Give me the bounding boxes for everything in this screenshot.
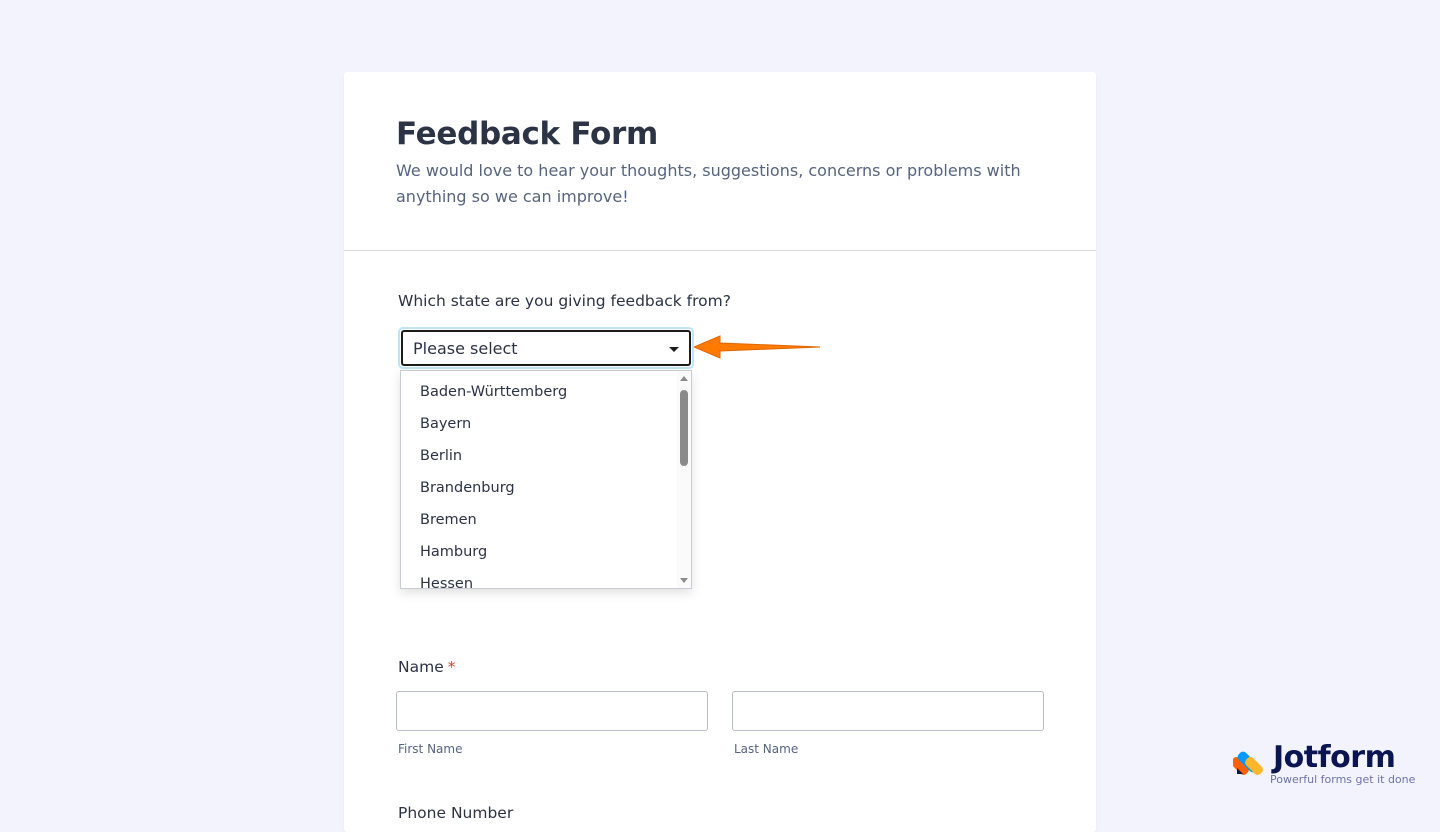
jotform-logo[interactable]: Jotform Powerful forms get it done	[1233, 740, 1416, 792]
option-hessen[interactable]: Hessen	[420, 576, 473, 588]
option-bayern[interactable]: Bayern	[420, 416, 471, 432]
option-brandenburg[interactable]: Brandenburg	[420, 480, 515, 496]
last-name-input[interactable]	[732, 691, 1044, 731]
first-name-sublabel: First Name	[398, 742, 463, 756]
jotform-tagline: Powerful forms get it done	[1270, 773, 1416, 786]
scroll-down-icon[interactable]	[680, 578, 688, 583]
state-dropdown-list[interactable]: Baden-Württemberg Bayern Berlin Brandenb…	[400, 370, 692, 589]
dropdown-scrollbar[interactable]	[677, 371, 691, 588]
phone-number-label: Phone Number	[398, 804, 514, 822]
required-mark: *	[447, 658, 456, 676]
form-title: Feedback Form	[396, 116, 658, 152]
name-label-text: Name	[398, 658, 444, 676]
option-bremen[interactable]: Bremen	[420, 512, 477, 528]
option-hamburg[interactable]: Hamburg	[420, 544, 487, 560]
state-select[interactable]: Please select	[401, 330, 691, 366]
state-question-label: Which state are you giving feedback from…	[398, 292, 731, 310]
scrollbar-thumb[interactable]	[680, 390, 688, 466]
first-name-input[interactable]	[396, 691, 708, 731]
scroll-up-icon[interactable]	[680, 376, 688, 381]
form-card: Feedback Form We would love to hear your…	[344, 72, 1096, 832]
caret-down-icon	[669, 347, 679, 352]
name-label: Name *	[398, 658, 455, 676]
option-berlin[interactable]: Berlin	[420, 448, 462, 464]
form-subtitle: We would love to hear your thoughts, sug…	[396, 161, 1021, 206]
jotform-mark-icon	[1233, 751, 1263, 775]
option-baden-wurttemberg[interactable]: Baden-Württemberg	[420, 384, 567, 400]
jotform-wordmark: Jotform	[1273, 740, 1396, 775]
state-select-value: Please select	[413, 339, 518, 358]
pointer-arrow-icon	[694, 335, 821, 359]
last-name-sublabel: Last Name	[734, 742, 799, 756]
form-header: Feedback Form We would love to hear your…	[344, 72, 1096, 251]
